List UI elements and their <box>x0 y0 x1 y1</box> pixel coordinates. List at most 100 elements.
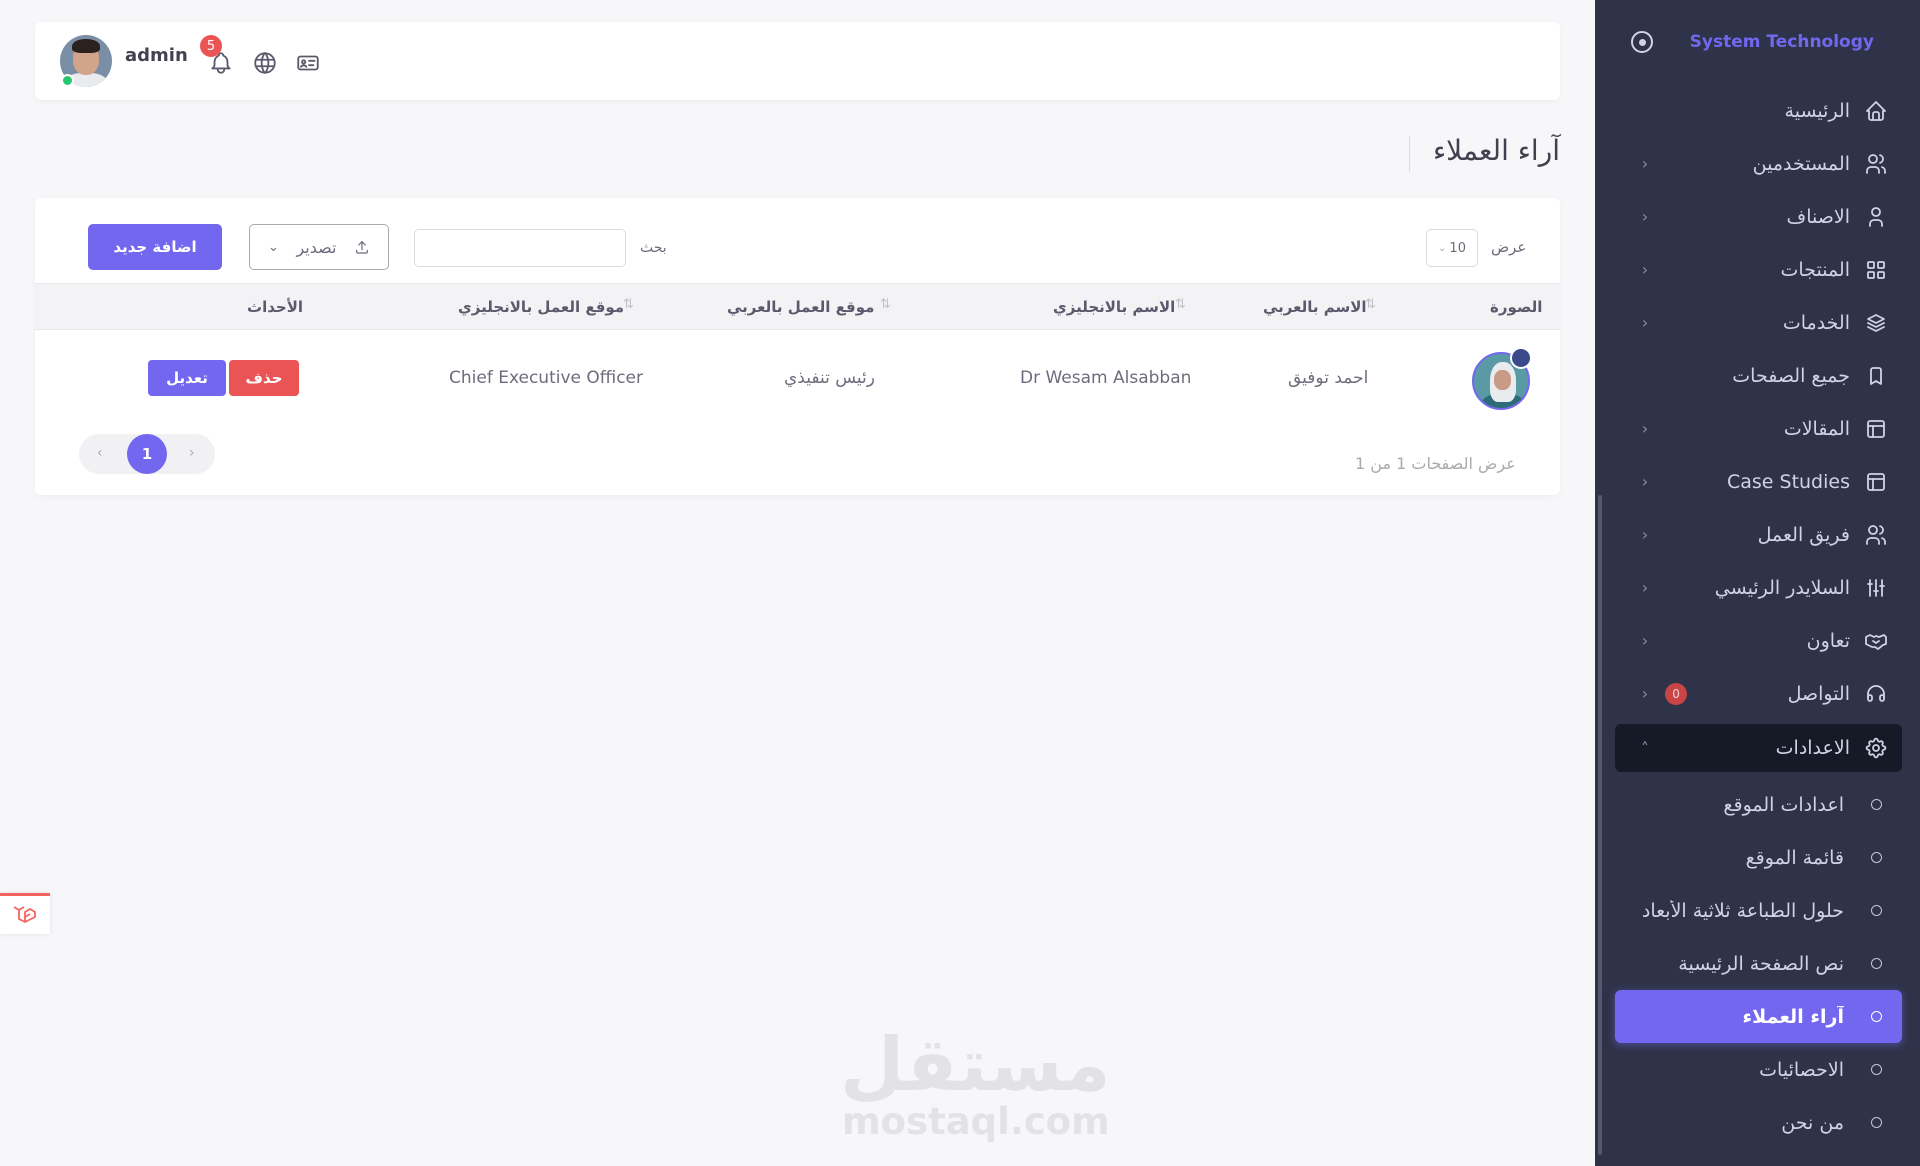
sidebar-item-label: فريق العمل <box>1757 523 1850 546</box>
sidebar-brand: System Technology <box>1595 0 1920 84</box>
grid-icon <box>1867 260 1885 279</box>
sidebar-item-label: Case Studies <box>1726 470 1850 493</box>
sidebar-item-cooperation[interactable]: تعاون ‹ <box>1615 614 1902 667</box>
title-divider <box>1409 136 1410 172</box>
sidebar-item-main-slider[interactable]: السلايدر الرئيسي ‹ <box>1615 561 1902 614</box>
sidebar-subitem-testimonials[interactable]: آراء العملاء <box>1615 990 1902 1043</box>
laravel-logo-icon <box>13 906 36 923</box>
chevron-left-icon: ‹ <box>1641 154 1649 173</box>
brand-name[interactable]: System Technology <box>1690 32 1874 52</box>
sidebar-item-users[interactable]: المستخدمين ‹ <box>1615 137 1902 190</box>
export-button[interactable]: ⌄ تصدير <box>249 224 389 270</box>
sidebar-subitem-about[interactable]: من نحن <box>1615 1096 1902 1149</box>
sidebar-item-case-studies[interactable]: Case Studies ‹ <box>1615 455 1902 508</box>
sidebar-item-settings[interactable]: الاعدادات ˄ <box>1615 724 1902 772</box>
column-header-name-en[interactable]: الاسم بالانجليزي <box>1053 298 1175 316</box>
home-icon <box>1866 100 1886 121</box>
column-header-name-ar[interactable]: الاسم بالعربي <box>1263 298 1367 316</box>
sidebar-subitem-label: قائمة الموقع <box>1745 846 1844 869</box>
sidebar-subitem-site-menu[interactable]: قائمة الموقع <box>1615 831 1902 884</box>
globe-icon[interactable] <box>252 50 278 76</box>
cell-name-ar: احمد توفيق <box>1288 368 1369 388</box>
sidebar-subitem-3d-printing[interactable]: حلول الطباعة ثلاثية الأبعاد <box>1615 884 1902 937</box>
sidebar-subitem-label: آراء العملاء <box>1742 1005 1844 1028</box>
page-length-value: 10 <box>1449 240 1466 256</box>
sidebar-item-services[interactable]: الخدمات ‹ <box>1615 296 1902 349</box>
sidebar-menu: الرئيسية المستخدمين ‹ الاصناف ‹ المنتجات… <box>1595 84 1920 1149</box>
sidebar-subitem-home-text[interactable]: نص الصفحة الرئيسية <box>1615 937 1902 990</box>
username[interactable]: admin <box>125 45 188 66</box>
sidebar-item-team[interactable]: فريق العمل ‹ <box>1615 508 1902 561</box>
testimonials-card: اضافة جديد ⌄ تصدير بحث ⌄ 10 عرض الصورة ا… <box>35 198 1560 495</box>
sidebar-subitem-label: الاحصائيات <box>1759 1058 1844 1081</box>
add-new-button[interactable]: اضافة جديد <box>88 224 222 270</box>
sidebar-item-label: السلايدر الرئيسي <box>1714 576 1850 599</box>
page-length-select[interactable]: ⌄ 10 <box>1426 229 1478 267</box>
chevron-left-icon: ‹ <box>1641 578 1649 597</box>
user-icon <box>1869 206 1883 227</box>
online-status-dot <box>61 74 74 87</box>
debugbar-tab[interactable] <box>0 893 50 934</box>
id-card-icon[interactable] <box>295 50 321 76</box>
chevron-left-icon: ‹ <box>1641 684 1649 703</box>
settings-icon <box>1865 737 1887 759</box>
layout-icon <box>1867 472 1885 491</box>
circle-icon <box>1871 1117 1882 1128</box>
sidebar-item-label: الاعدادات <box>1775 737 1850 759</box>
sidebar-item-all-pages[interactable]: جميع الصفحات <box>1615 349 1902 402</box>
avatar-badge <box>1510 347 1532 369</box>
sidebar-subitem-label: حلول الطباعة ثلاثية الأبعاد <box>1641 899 1844 922</box>
bookmark-icon <box>1870 366 1882 385</box>
column-header-actions: الأحداث <box>247 298 304 316</box>
search-label: بحث <box>640 240 667 256</box>
upload-icon <box>356 241 368 254</box>
sidebar-item-label: التواصل <box>1787 682 1850 705</box>
sort-icon[interactable]: ⇅ <box>880 297 891 312</box>
pagination: ‹ 1 › <box>79 434 215 474</box>
handshake-icon <box>1865 633 1887 650</box>
contact-count-badge: 0 <box>1665 682 1687 705</box>
edit-button[interactable]: تعديل <box>148 360 226 396</box>
column-header-job-ar[interactable]: موقع العمل بالعربي <box>727 298 874 316</box>
sidebar-item-label: الخدمات <box>1782 311 1850 334</box>
sliders-icon <box>1867 578 1885 597</box>
sort-icon[interactable]: ⇅ <box>1365 297 1376 312</box>
sidebar-toggle-icon[interactable] <box>1631 31 1653 53</box>
table-header: الصورة الاسم بالعربي ⇅ الاسم بالانجليزي … <box>35 283 1560 330</box>
sidebar-item-products[interactable]: المنتجات ‹ <box>1615 243 1902 296</box>
sidebar-item-articles[interactable]: المقالات ‹ <box>1615 402 1902 455</box>
watermark-arabic: مستقل <box>840 1022 1111 1108</box>
chevron-left-icon: ‹ <box>1641 260 1649 279</box>
sidebar-subitem-statistics[interactable]: الاحصائيات <box>1615 1043 1902 1096</box>
sidebar-item-categories[interactable]: الاصناف ‹ <box>1615 190 1902 243</box>
page-button-current[interactable]: 1 <box>127 434 167 474</box>
chevron-left-icon: ‹ <box>1641 525 1649 544</box>
sort-icon[interactable]: ⇅ <box>1175 297 1186 312</box>
sidebar-subitem-site-settings[interactable]: اعدادات الموقع <box>1615 778 1902 831</box>
chevron-left-icon: ‹ <box>1641 472 1649 491</box>
chevron-right-icon[interactable]: › <box>189 445 195 461</box>
chevron-left-icon: ‹ <box>1641 419 1649 438</box>
sidebar: System Technology الرئيسية المستخدمين ‹ … <box>1595 0 1920 1166</box>
column-header-image: الصورة <box>1490 298 1543 316</box>
sort-icon[interactable]: ⇅ <box>623 297 634 312</box>
sidebar-item-label: الرئيسية <box>1784 99 1850 122</box>
users-icon <box>1866 524 1886 545</box>
search-input[interactable] <box>414 229 626 267</box>
circle-icon <box>1871 958 1882 969</box>
sidebar-item-label: تعاون <box>1806 629 1850 652</box>
column-header-job-en[interactable]: موقع العمل بالانجليزي <box>458 298 624 316</box>
sidebar-subitem-label: من نحن <box>1781 1111 1844 1134</box>
sidebar-item-label: الاصناف <box>1786 205 1850 228</box>
headphones-icon <box>1867 684 1885 702</box>
sidebar-item-home[interactable]: الرئيسية <box>1615 84 1902 137</box>
show-label: عرض <box>1491 238 1527 256</box>
users-icon <box>1866 153 1886 174</box>
sidebar-scrollbar[interactable] <box>1598 495 1602 1155</box>
delete-button[interactable]: حذف <box>229 360 299 396</box>
sidebar-subitem-label: اعدادات الموقع <box>1723 793 1844 816</box>
chevron-left-icon[interactable]: ‹ <box>97 445 103 461</box>
sidebar-item-label: المنتجات <box>1780 258 1850 281</box>
sidebar-item-label: جميع الصفحات <box>1732 364 1850 387</box>
sidebar-item-contact[interactable]: التواصل 0 ‹ <box>1615 667 1902 720</box>
